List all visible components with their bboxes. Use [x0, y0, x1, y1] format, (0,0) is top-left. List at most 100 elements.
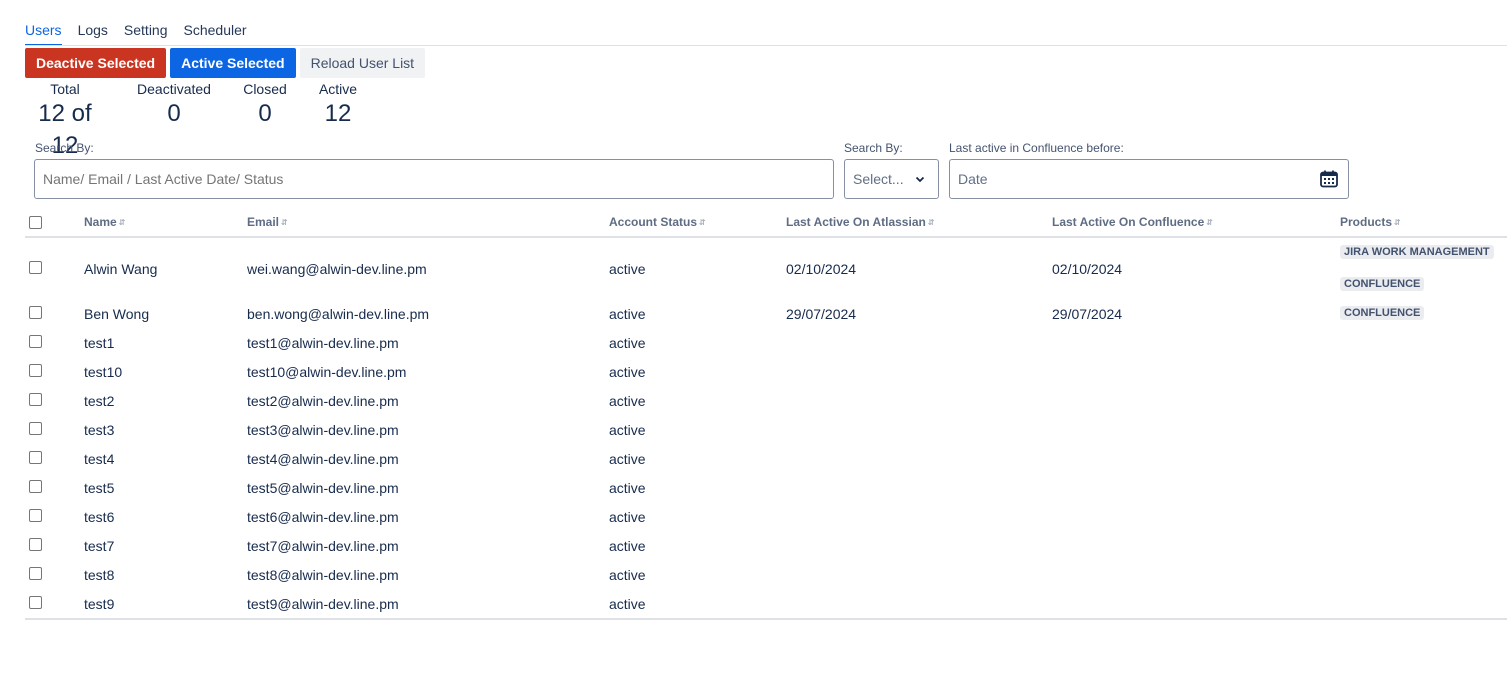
- table-row: test1 test1@alwin-dev.line.pm active: [25, 333, 1507, 353]
- stat-closed-value: 0: [258, 100, 272, 127]
- row-checkbox[interactable]: [29, 393, 42, 406]
- row-checkbox[interactable]: [29, 306, 42, 319]
- cell-name: test9: [84, 596, 115, 612]
- cell-name: test7: [84, 538, 115, 554]
- product-lozenge: CONFLUENCE: [1340, 277, 1425, 291]
- column-header-products-label: Products: [1340, 215, 1393, 229]
- table-row: test7 test7@alwin-dev.line.pm active: [25, 536, 1507, 556]
- tab-users[interactable]: Users: [25, 22, 62, 46]
- table-row: Ben Wong ben.wong@alwin-dev.line.pm active…: [25, 304, 1507, 324]
- cell-atlassian: 02/10/2024: [786, 261, 857, 277]
- cell-name: test6: [84, 509, 115, 525]
- cell-email: test8@alwin-dev.line.pm: [247, 567, 399, 583]
- cell-status: active: [609, 422, 646, 438]
- tabs-divider: [25, 45, 1507, 46]
- cell-email: test6@alwin-dev.line.pm: [247, 509, 399, 525]
- sort-icon: ⇵: [1206, 218, 1213, 227]
- cell-name: test5: [84, 480, 115, 496]
- search-by-label: Search By:: [844, 141, 903, 155]
- row-checkbox[interactable]: [29, 538, 42, 551]
- stat-active-label: Active: [318, 81, 358, 97]
- tab-logs[interactable]: Logs: [78, 22, 108, 46]
- column-header-email[interactable]: Email ⇵: [247, 215, 288, 229]
- tab-setting[interactable]: Setting: [124, 22, 168, 46]
- date-placeholder: Date: [958, 171, 988, 187]
- cell-status: active: [609, 509, 646, 525]
- column-header-confluence[interactable]: Last Active On Confluence ⇵: [1052, 215, 1213, 229]
- stat-active: Active 12: [308, 80, 368, 130]
- cell-email: test10@alwin-dev.line.pm: [247, 364, 407, 380]
- row-checkbox[interactable]: [29, 509, 42, 522]
- search-by-value: Select...: [853, 171, 904, 187]
- cell-email: ben.wong@alwin-dev.line.pm: [247, 306, 430, 322]
- cell-name: test2: [84, 393, 115, 409]
- table-row: test2 test2@alwin-dev.line.pm active: [25, 391, 1507, 411]
- search-by-select[interactable]: Select...: [844, 159, 939, 199]
- chevron-down-icon: [915, 176, 925, 183]
- cell-email: wei.wang@alwin-dev.line.pm: [247, 261, 427, 277]
- search-input[interactable]: [34, 159, 834, 199]
- reload-user-list-button[interactable]: Reload User List: [299, 48, 426, 78]
- cell-name: Ben Wong: [84, 306, 150, 322]
- active-selected-button[interactable]: Active Selected: [170, 48, 296, 78]
- cell-status: active: [609, 261, 646, 277]
- tab-scheduler[interactable]: Scheduler: [184, 22, 247, 46]
- column-header-email-label: Email: [247, 215, 280, 229]
- cell-confluence: 02/10/2024: [1052, 261, 1123, 277]
- row-checkbox[interactable]: [29, 596, 42, 609]
- table-bottom-divider: [25, 618, 1507, 620]
- row-checkbox[interactable]: [29, 364, 42, 377]
- stat-active-value: 12: [324, 100, 352, 127]
- stat-closed: Closed 0: [235, 80, 295, 130]
- sort-icon: ⇵: [699, 218, 706, 227]
- stat-deactivated-value: 0: [167, 100, 181, 127]
- cell-status: active: [609, 364, 646, 380]
- cell-name: test10: [84, 364, 123, 380]
- cell-status: active: [609, 538, 646, 554]
- table-row: test3 test3@alwin-dev.line.pm active: [25, 420, 1507, 440]
- cell-status: active: [609, 335, 646, 351]
- cell-confluence: 29/07/2024: [1052, 306, 1123, 322]
- column-header-name[interactable]: Name ⇵: [84, 215, 125, 229]
- cell-email: test9@alwin-dev.line.pm: [247, 596, 399, 612]
- date-input[interactable]: Date: [949, 159, 1349, 199]
- select-all-checkbox[interactable]: [29, 216, 42, 229]
- cell-atlassian: 29/07/2024: [786, 306, 857, 322]
- column-header-confluence-label: Last Active On Confluence: [1052, 215, 1205, 229]
- stat-deactivated-label: Deactivated: [137, 81, 211, 97]
- search-label: Search By:: [35, 141, 94, 155]
- cell-status: active: [609, 451, 646, 467]
- row-checkbox[interactable]: [29, 335, 42, 348]
- date-filter-label: Last active in Confluence before:: [949, 141, 1124, 155]
- cell-status: active: [609, 480, 646, 496]
- sort-icon: ⇵: [281, 218, 288, 227]
- stat-deactivated: Deactivated 0: [134, 80, 214, 130]
- sort-icon: ⇵: [1394, 218, 1401, 227]
- row-checkbox[interactable]: [29, 261, 42, 274]
- row-checkbox[interactable]: [29, 567, 42, 580]
- table-row: test8 test8@alwin-dev.line.pm active: [25, 565, 1507, 585]
- sort-icon: ⇵: [118, 218, 126, 227]
- sort-icon: ⇵: [927, 218, 935, 227]
- column-header-name-label: Name: [84, 215, 117, 229]
- column-header-status[interactable]: Account Status ⇵: [609, 215, 706, 229]
- tab-bar: Users Logs Setting Scheduler: [25, 22, 263, 46]
- calendar-icon[interactable]: [1319, 169, 1339, 189]
- table-row: test5 test5@alwin-dev.line.pm active: [25, 478, 1507, 498]
- cell-email: test2@alwin-dev.line.pm: [247, 393, 399, 409]
- cell-status: active: [609, 567, 646, 583]
- column-header-products[interactable]: Products ⇵: [1340, 215, 1401, 229]
- cell-email: test4@alwin-dev.line.pm: [247, 451, 399, 467]
- column-header-status-label: Account Status: [609, 215, 698, 229]
- product-lozenge: JIRA WORK MANAGEMENT: [1340, 245, 1494, 259]
- row-checkbox[interactable]: [29, 422, 42, 435]
- cell-email: test1@alwin-dev.line.pm: [247, 335, 399, 351]
- table-row: test4 test4@alwin-dev.line.pm active: [25, 449, 1507, 469]
- table-row: test10 test10@alwin-dev.line.pm active: [25, 362, 1507, 382]
- cell-email: test3@alwin-dev.line.pm: [247, 422, 399, 438]
- row-checkbox[interactable]: [29, 480, 42, 493]
- deactive-selected-button[interactable]: Deactive Selected: [25, 48, 167, 78]
- cell-name: test1: [84, 335, 115, 351]
- row-checkbox[interactable]: [29, 451, 42, 464]
- column-header-atlassian[interactable]: Last Active On Atlassian ⇵: [786, 215, 935, 229]
